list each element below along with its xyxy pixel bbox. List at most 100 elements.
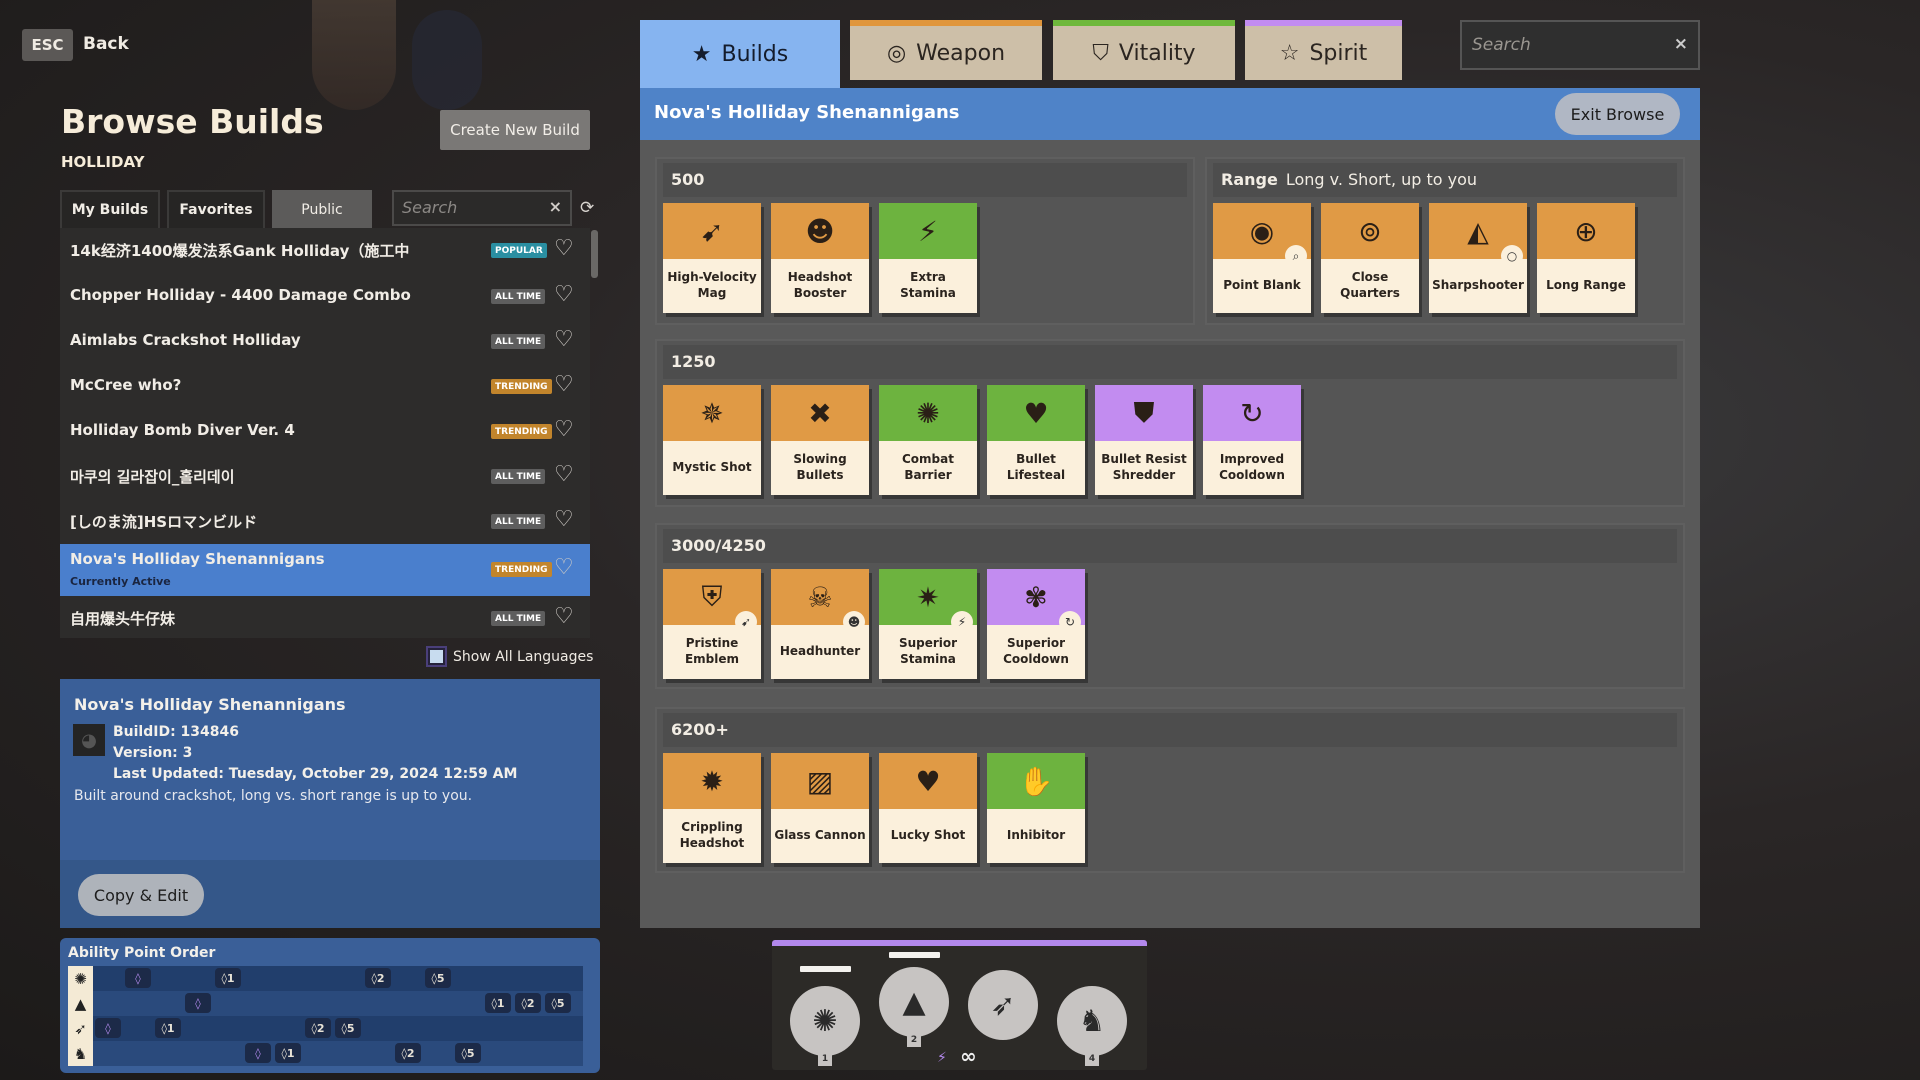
headhunter-icon: ☠ ☻ [771,569,869,633]
item-name: Superior Stamina [898,636,958,666]
tab-label: Vitality [1118,40,1196,66]
search-placeholder: Search [402,198,458,217]
favorite-heart-icon[interactable]: ♡ [554,462,574,487]
hero-portrait-background [312,0,396,110]
point-blank-icon: ◉ ⌕ [1213,203,1311,267]
clear-search-icon[interactable]: × [549,197,562,216]
build-list-item[interactable]: [しのま流]HSロマンビルド ALL TIME ♡ [60,499,590,544]
tab-my-builds[interactable]: My Builds [60,190,160,228]
item-card-combat-barrier[interactable]: ✺ Combat Barrier [879,385,977,495]
build-list-scrollbar[interactable] [591,230,598,278]
item-glyph: ✵ [700,396,724,430]
build-list: 14k经济1400爆发法系Gank Holliday（施工中 POPULAR ♡ Ch… [60,228,590,638]
build-list-item[interactable]: Chopper Holliday - 4400 Damage Combo ALL … [60,274,590,319]
refresh-icon[interactable]: ⟳ [580,198,594,218]
tab-vitality[interactable]: ⛉ Vitality [1053,20,1235,80]
tab-favorites[interactable]: Favorites [167,190,265,228]
item-name: Long Range [1546,278,1626,293]
enemy-portrait-background [412,10,482,110]
show-all-languages-checkbox[interactable]: Show All Languages [426,646,593,667]
page-title: Browse Builds [61,102,324,141]
favorite-heart-icon[interactable]: ♡ [554,507,574,532]
build-list-item[interactable]: 마쿠의 길라잡이_홀리데이 ALL TIME ♡ [60,454,590,499]
create-new-build-button[interactable]: Create New Build [440,110,590,150]
item-card-crippling-headshot[interactable]: ✹ Crippling Headshot [663,753,761,863]
checkbox-box[interactable] [426,646,447,667]
favorite-heart-icon[interactable]: ♡ [554,555,574,580]
item-card-mystic-shot[interactable]: ✵ Mystic Shot [663,385,761,495]
ability-2-upgrade-pips [889,952,940,958]
item-name: Crippling Headshot [679,820,745,850]
ability-order-row: ▲ ◊ ◊1 ◊2 ◊5 [68,991,583,1016]
item-card-pristine-emblem[interactable]: ⛨ ➹ Pristine Emblem [663,569,761,679]
item-glyph: ✷ [916,580,940,614]
build-list-item[interactable]: Nova's Holliday Shenannigans Currently Ac… [60,544,590,596]
build-list-item[interactable]: McCree who? TRENDING ♡ [60,364,590,409]
component-item-icon: ☻ [843,611,865,633]
esc-key-button[interactable]: ESC [22,29,73,61]
build-badge: ALL TIME [491,611,546,626]
item-card-point-blank[interactable]: ◉ ⌕ Point Blank [1213,203,1311,313]
tab-spirit[interactable]: ☆ Spirit [1245,20,1402,80]
item-card-close-quarters[interactable]: ⊚ Close Quarters [1321,203,1419,313]
ability-order-row: ➶ ◊ ◊1 ◊2 ◊5 [68,1016,583,1041]
ability-1-upgrade-pips [800,966,851,972]
favorite-heart-icon[interactable]: ♡ [554,236,574,261]
item-card-extra-stamina[interactable]: ⚡ Extra Stamina [879,203,977,313]
section-title: Range [1221,170,1278,189]
shop-search-input[interactable]: Search × [1460,20,1700,70]
item-card-bullet-lifesteal[interactable]: ♥ Bullet Lifesteal [987,385,1085,495]
tab-weapon[interactable]: ◎ Weapon [850,20,1042,80]
mystic-shot-icon: ✵ [663,385,761,441]
build-items-area: 500 ➹ High-Velocity Mag ☻ Headshot Booster ⚡ E… [640,140,1700,928]
favorite-heart-icon[interactable]: ♡ [554,417,574,442]
build-list-item[interactable]: Holliday Bomb Diver Ver. 4 TRENDING ♡ [60,409,590,454]
ability-ultimate-icon[interactable]: ♞ [1057,986,1127,1056]
details-title: Nova's Holliday Shenannigans [74,695,346,714]
build-list-item[interactable]: 自用爆头牛仔妹 ALL TIME ♡ [60,596,590,641]
item-card-improved-cooldown[interactable]: ↻ Improved Cooldown [1203,385,1301,495]
build-name: 自用爆头牛仔妹 [70,610,176,628]
build-badge: TRENDING [491,424,552,439]
item-card-glass-cannon[interactable]: ▨ Glass Cannon [771,753,869,863]
item-card-lucky-shot[interactable]: ♥ Lucky Shot [879,753,977,863]
tab-public[interactable]: Public [272,190,372,228]
build-header-title: Nova's Holliday Shenannigans [654,102,960,123]
ability-key-label: 4 [1085,1054,1099,1066]
item-card-headshot-booster[interactable]: ☻ Headshot Booster [771,203,869,313]
favorite-heart-icon[interactable]: ♡ [554,604,574,629]
build-name: [しのま流]HSロマンビルド [70,513,258,531]
exit-browse-button[interactable]: Exit Browse [1555,93,1680,135]
item-card-long-range[interactable]: ⊕ Long Range [1537,203,1635,313]
item-card-headhunter[interactable]: ☠ ☻ Headhunter [771,569,869,679]
item-card-high-velocity-mag[interactable]: ➹ High-Velocity Mag [663,203,761,313]
back-button[interactable]: Back [83,34,129,54]
build-list-item[interactable]: Aimlabs Crackshot Holliday ALL TIME ♡ [60,319,590,364]
tab-builds[interactable]: ★ Builds [640,20,840,88]
ability-order-row: ✺ ◊ ◊1 ◊2 ◊5 [68,966,583,991]
ability-bomb-hat-icon[interactable]: ▲ [879,967,949,1037]
build-search-input[interactable]: Search × [392,190,572,226]
item-card-inhibitor[interactable]: ✋ Inhibitor [987,753,1085,863]
favorite-heart-icon[interactable]: ♡ [554,282,574,307]
copy-edit-button[interactable]: Copy & Edit [78,874,204,916]
item-card-superior-stamina[interactable]: ✷ ⚡ Superior Stamina [879,569,977,679]
build-list-item[interactable]: 14k经济1400爆发法系Gank Holliday（施工中 POPULAR ♡ [60,228,590,273]
item-card-bullet-resist-shredder[interactable]: ⛊ Bullet Resist Shredder [1095,385,1193,495]
ability-key-label: 1 [818,1054,832,1066]
vitality-tab-icon: ⛉ [1092,40,1109,66]
favorite-heart-icon[interactable]: ♡ [554,327,574,352]
close-quarters-icon: ⊚ [1321,203,1419,259]
favorite-heart-icon[interactable]: ♡ [554,372,574,397]
clear-search-icon[interactable]: × [1674,34,1688,54]
build-name: McCree who? [70,376,182,394]
item-card-superior-cooldown[interactable]: ✾ ↻ Superior Cooldown [987,569,1085,679]
item-glyph: ⚡ [918,214,938,248]
ability-unlock-point: ◊ [185,993,211,1013]
item-card-sharpshooter[interactable]: ◭ ○ Sharpshooter [1429,203,1527,313]
build-badge: TRENDING [491,379,552,394]
ability-crackshot-icon[interactable]: ✺ [790,986,860,1056]
item-card-slowing-bullets[interactable]: ✖ Slowing Bullets [771,385,869,495]
ability-spirit-lasso-icon[interactable]: ➶ [968,970,1038,1040]
build-description: Built around crackshot, long vs. short r… [74,788,473,804]
